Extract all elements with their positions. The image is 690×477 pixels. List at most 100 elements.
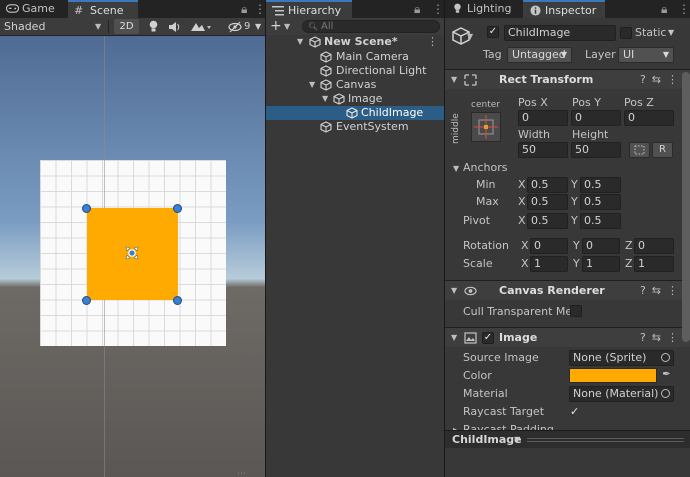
expand-arrow-icon[interactable]: ▼ bbox=[309, 78, 315, 92]
source-image-field[interactable]: None (Sprite) bbox=[569, 350, 674, 366]
material-field[interactable]: None (Material) bbox=[569, 386, 674, 402]
grid-icon: # bbox=[74, 4, 84, 17]
tab-hierarchy[interactable]: Hierarchy bbox=[266, 0, 352, 18]
tab-lighting-label: Lighting bbox=[467, 2, 512, 15]
scene-tabbar: Game # Scene 🔒︎ ⋮ bbox=[0, 0, 266, 18]
object-picker-icon[interactable] bbox=[661, 389, 670, 398]
component-header-icons[interactable]: ?⇆⋮ bbox=[640, 328, 684, 348]
rect-handle-bottom-right[interactable] bbox=[173, 296, 182, 305]
object-picker-icon[interactable] bbox=[661, 353, 670, 362]
canvas-renderer-header[interactable]: ▼ Canvas Renderer ?⇆⋮ bbox=[445, 280, 690, 300]
hierarchy-item-image[interactable]: ▼ Image bbox=[266, 92, 444, 106]
object-name-field[interactable]: ChildImage bbox=[504, 25, 616, 41]
hierarchy-menu-icon[interactable]: ⋮ bbox=[432, 0, 444, 18]
fold-arrow-icon[interactable]: ▼ bbox=[453, 161, 459, 177]
expand-arrow-icon[interactable]: ▼ bbox=[322, 92, 328, 106]
height-field[interactable]: 50 bbox=[571, 142, 621, 158]
tab-inspector[interactable]: Inspector bbox=[523, 0, 605, 18]
scene-viewport[interactable] bbox=[0, 36, 265, 477]
rotation-y-field[interactable]: 0 bbox=[582, 238, 620, 254]
scene-menu-icon[interactable]: ⋮ bbox=[254, 0, 266, 18]
hierarchy-lock-icon[interactable]: 🔒︎ bbox=[414, 0, 420, 18]
raycast-target-label: Raycast Target bbox=[463, 405, 545, 418]
inspector-menu-icon[interactable]: ⋮ bbox=[678, 0, 690, 18]
color-swatch[interactable] bbox=[569, 368, 657, 383]
rect-handle-top-right[interactable] bbox=[173, 204, 182, 213]
scene-toolbar: Shaded ▼ 2D 9 ▼ bbox=[0, 18, 265, 36]
resize-grip[interactable] bbox=[527, 438, 684, 442]
rect-handle-bottom-left[interactable] bbox=[82, 296, 91, 305]
search-icon: 🔍︎ bbox=[308, 22, 319, 31]
hierarchy-item-directional-light[interactable]: Directional Light bbox=[266, 64, 444, 78]
anchor-presets-button[interactable] bbox=[471, 112, 501, 142]
anchor-preset-side-label: middle bbox=[451, 113, 461, 144]
anchor-preset-icon bbox=[474, 115, 498, 139]
image-enabled-checkbox[interactable]: ✓ bbox=[482, 332, 494, 344]
component-header-icons[interactable]: ?⇆⋮ bbox=[640, 70, 684, 90]
anchor-max-x-field[interactable]: 0.5 bbox=[527, 194, 568, 210]
scale-y-field[interactable]: 1 bbox=[582, 256, 620, 272]
audio-toggle-icon[interactable] bbox=[168, 19, 181, 34]
tag-dropdown[interactable]: Untagged ▼ bbox=[507, 47, 572, 63]
expand-arrow-icon[interactable]: ▼ bbox=[297, 35, 303, 49]
gameobject-cube-icon bbox=[333, 93, 345, 105]
active-checkbox[interactable]: ✓ bbox=[487, 26, 499, 38]
layer-dropdown[interactable]: UI ▼ bbox=[618, 47, 674, 63]
inspector-lock-icon[interactable]: 🔒︎ bbox=[661, 0, 667, 18]
pos-x-field[interactable]: 0 bbox=[518, 110, 568, 126]
component-header-icons[interactable]: ?⇆⋮ bbox=[640, 281, 684, 301]
effects-dropdown-icon[interactable] bbox=[190, 19, 212, 34]
inspector-scrollbar[interactable] bbox=[682, 72, 690, 342]
scale-z-field[interactable]: 1 bbox=[634, 256, 674, 272]
axis-y-label: Y bbox=[571, 214, 578, 227]
pivot-anchor-icon[interactable] bbox=[123, 244, 141, 262]
axis-y-label: Y bbox=[573, 257, 580, 270]
hidden-objects-icon[interactable] bbox=[228, 19, 242, 34]
shading-mode-dropdown[interactable]: Shaded bbox=[4, 18, 45, 35]
fold-arrow-icon[interactable]: ▼ bbox=[451, 333, 457, 342]
add-object-button[interactable]: + bbox=[270, 18, 282, 35]
chevron-down-icon[interactable]: ▼ bbox=[514, 431, 520, 449]
static-checkbox[interactable] bbox=[620, 27, 632, 39]
pos-z-field[interactable]: 0 bbox=[624, 110, 674, 126]
anchor-min-x-field[interactable]: 0.5 bbox=[527, 177, 568, 193]
chevron-down-icon[interactable]: ▼ bbox=[668, 25, 674, 41]
mode-2d-button[interactable]: 2D bbox=[114, 19, 139, 34]
raycast-target-checkbox[interactable]: ✓ bbox=[570, 404, 579, 420]
tab-scene[interactable]: # Scene bbox=[68, 0, 138, 18]
footer-object-name[interactable]: ChildImage bbox=[452, 431, 522, 449]
source-image-label: Source Image bbox=[463, 351, 539, 364]
scale-x-field[interactable]: 1 bbox=[530, 256, 568, 272]
inspector-bottom-area bbox=[445, 448, 690, 477]
hierarchy-item-label: Canvas bbox=[336, 78, 377, 91]
pos-y-field[interactable]: 0 bbox=[571, 110, 621, 126]
hierarchy-item-new-scene[interactable]: ▼ New Scene* ⋮ bbox=[266, 35, 444, 49]
hierarchy-item-main-camera[interactable]: Main Camera bbox=[266, 50, 444, 64]
scene-lock-icon[interactable]: 🔒︎ bbox=[241, 0, 247, 18]
anchor-max-y-field[interactable]: 0.5 bbox=[580, 194, 621, 210]
canvas-renderer-title: Canvas Renderer bbox=[499, 284, 605, 297]
image-component-header[interactable]: ▼ ✓ Image ?⇆⋮ bbox=[445, 327, 690, 347]
hierarchy-item-child-image[interactable]: ChildImage bbox=[266, 106, 444, 120]
cull-transparent-checkbox[interactable] bbox=[570, 305, 582, 317]
hierarchy-item-canvas[interactable]: ▼ Canvas bbox=[266, 78, 444, 92]
fold-arrow-icon[interactable]: ▼ bbox=[451, 75, 457, 84]
tab-game[interactable]: Game bbox=[0, 0, 68, 18]
rotation-x-field[interactable]: 0 bbox=[530, 238, 568, 254]
scene-menu-icon[interactable]: ⋮ bbox=[427, 35, 438, 49]
hierarchy-item-event-system[interactable]: EventSystem bbox=[266, 120, 444, 134]
eyedropper-icon[interactable]: ✒︎ bbox=[659, 367, 674, 383]
fold-arrow-icon[interactable]: ▼ bbox=[451, 286, 457, 295]
anchor-min-y-field[interactable]: 0.5 bbox=[580, 177, 621, 193]
lighting-toggle-icon[interactable] bbox=[148, 19, 159, 34]
pivot-y-field[interactable]: 0.5 bbox=[580, 213, 621, 229]
rotation-z-field[interactable]: 0 bbox=[634, 238, 674, 254]
tab-lighting[interactable]: Lighting bbox=[445, 0, 523, 18]
raw-edit-button[interactable]: R bbox=[652, 142, 673, 158]
blueprint-mode-button[interactable] bbox=[629, 142, 650, 158]
pivot-x-field[interactable]: 0.5 bbox=[527, 213, 568, 229]
hierarchy-search-input[interactable]: 🔍︎ All bbox=[302, 20, 440, 33]
rect-handle-top-left[interactable] bbox=[82, 204, 91, 213]
width-field[interactable]: 50 bbox=[518, 142, 568, 158]
rect-transform-header[interactable]: ▼ Rect Transform ?⇆⋮ bbox=[445, 69, 690, 89]
